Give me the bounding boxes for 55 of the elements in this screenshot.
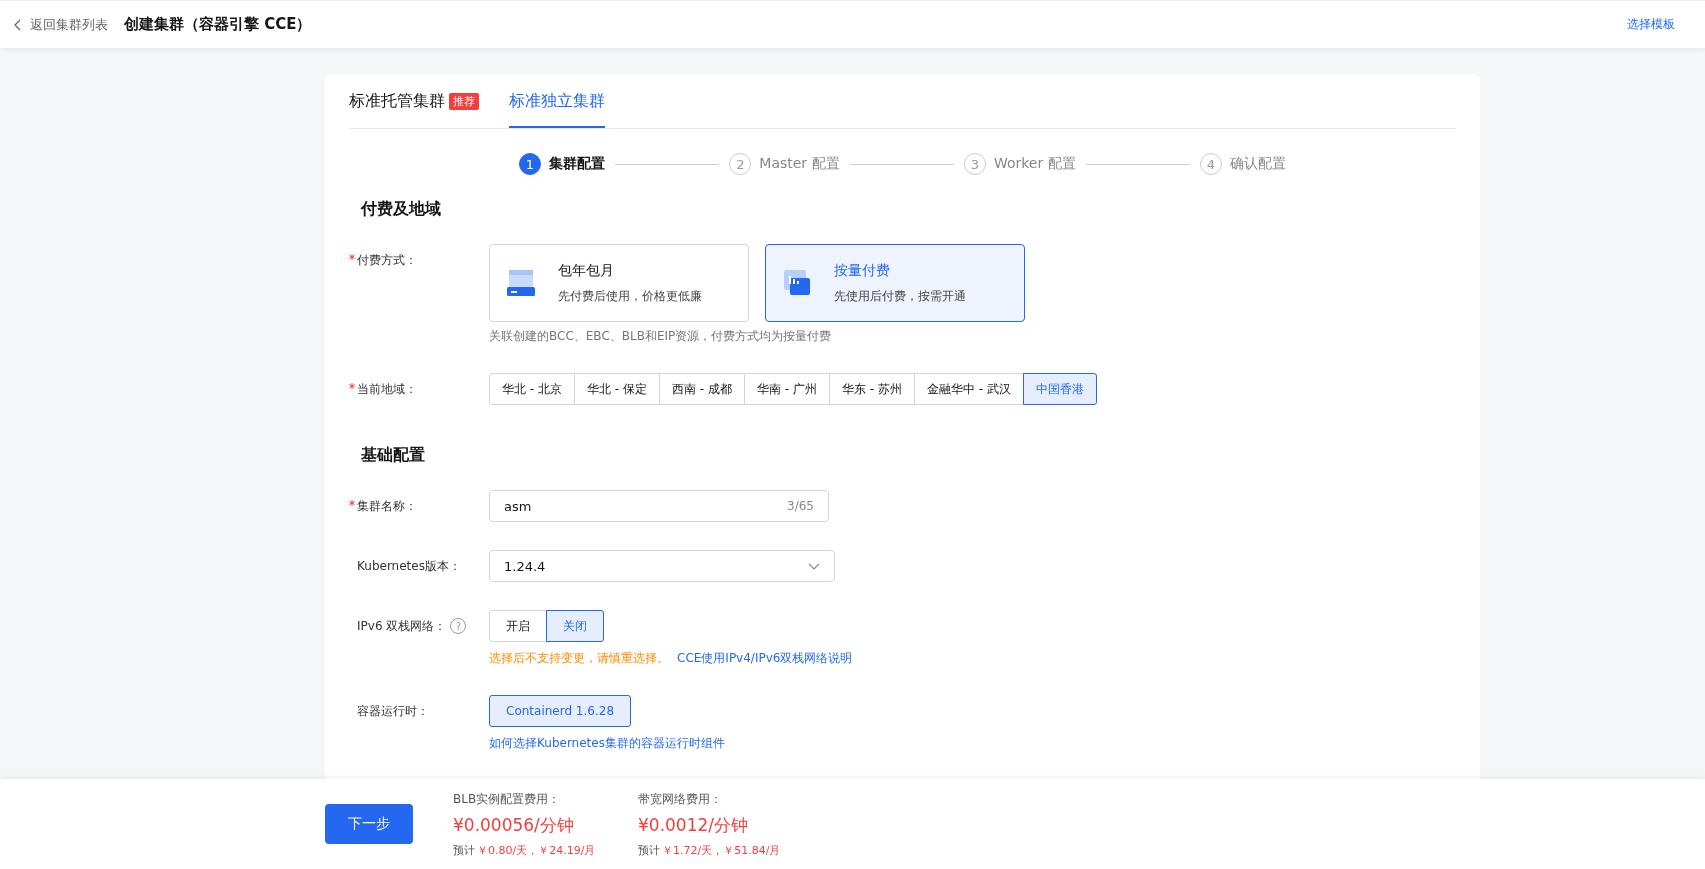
estimate-label: 预计 <box>453 843 475 857</box>
chevron-left-icon <box>14 18 22 31</box>
field-label: 当前地域： <box>357 381 417 398</box>
estimate-label: 预计 <box>638 843 660 857</box>
option-title: 按量付费 <box>834 261 891 280</box>
cost-price: ¥0.00056/分钟 <box>453 813 575 837</box>
cluster-name-field[interactable]: asm 3/65 <box>489 490 829 522</box>
version-select[interactable]: 1.24.4 <box>489 550 835 582</box>
step-label: 确认配置 <box>1230 155 1286 173</box>
recommend-badge: 推荐 <box>449 93 479 110</box>
cost-label: BLB实例配置费用： <box>453 790 562 808</box>
warning-text: 选择后不支持变更，请慎重选择。 <box>489 650 669 667</box>
region-option[interactable]: 华东 - 苏州 <box>828 373 915 405</box>
option-description: 先付费后使用，价格更低廉 <box>558 287 702 305</box>
template-link[interactable]: 选择模板 <box>1627 16 1675 33</box>
doc-link[interactable]: CCE使用IPv4/IPv6双栈网络说明 <box>677 650 853 667</box>
option-title: 包年包月 <box>558 261 615 280</box>
doc-link[interactable]: 如何选择Kubernetes集群的容器运行时组件 <box>489 735 725 752</box>
estimate-value: ￥0.80/天，￥24.19/月 <box>477 843 596 857</box>
payment-option[interactable]: 包年包月 先付费后使用，价格更低廉 <box>489 244 749 322</box>
chevron-down-icon <box>808 562 820 570</box>
field-label: Kubernetes版本： <box>356 558 461 575</box>
back-link[interactable]: 返回集群列表 <box>14 15 108 34</box>
page-title: 创建集群（容器引擎 CCE） <box>124 15 312 34</box>
next-button[interactable]: 下一步 <box>325 804 413 844</box>
field-label: 集群名称： <box>357 498 417 515</box>
region-option[interactable]: 西南 - 成都 <box>658 373 745 405</box>
step-number: 1 <box>519 153 541 175</box>
toggle-option[interactable]: 开启 <box>489 610 547 642</box>
estimate-value: ￥1.72/天，￥51.84/月 <box>662 843 781 857</box>
field-label: IPv6 双栈网络： <box>356 618 447 635</box>
step-label: Worker 配置 <box>993 155 1076 173</box>
cost-label: 带宽网络费用： <box>638 790 723 808</box>
section-title: 付费及地域 <box>361 199 442 220</box>
toggle-option[interactable]: 关闭 <box>546 610 604 642</box>
region-option[interactable]: 华北 - 保定 <box>573 373 660 405</box>
step-label: 集群配置 <box>549 155 605 173</box>
region-option[interactable]: 中国香港 <box>1022 373 1097 405</box>
character-counter: 3/65 <box>787 499 814 513</box>
region-option[interactable]: 华北 - 北京 <box>489 373 575 405</box>
chart-card-icon <box>782 268 812 298</box>
tab[interactable]: 标准托管集群 推荐 <box>349 91 479 128</box>
cost-price: ¥0.0012/分钟 <box>638 813 750 837</box>
payment-note: 关联创建的BCC、EBC、BLB和EIP资源，付费方式均为按量付费 <box>489 328 833 345</box>
option-description: 先使用后付费，按需开通 <box>834 287 966 305</box>
tab[interactable]: 标准独立集群 <box>509 91 605 128</box>
runtime-option[interactable]: Containerd 1.6.28 <box>489 695 632 727</box>
field-label: 付费方式： <box>357 252 417 269</box>
region-option[interactable]: 金融华中 - 武汉 <box>913 373 1024 405</box>
field-label: 容器运行时： <box>356 703 429 720</box>
calendar-icon <box>506 268 536 298</box>
step-label: Master 配置 <box>759 155 840 173</box>
section-title: 基础配置 <box>361 445 426 466</box>
payment-option[interactable]: 按量付费 先使用后付费，按需开通 <box>765 244 1025 322</box>
region-option[interactable]: 华南 - 广州 <box>743 373 830 405</box>
